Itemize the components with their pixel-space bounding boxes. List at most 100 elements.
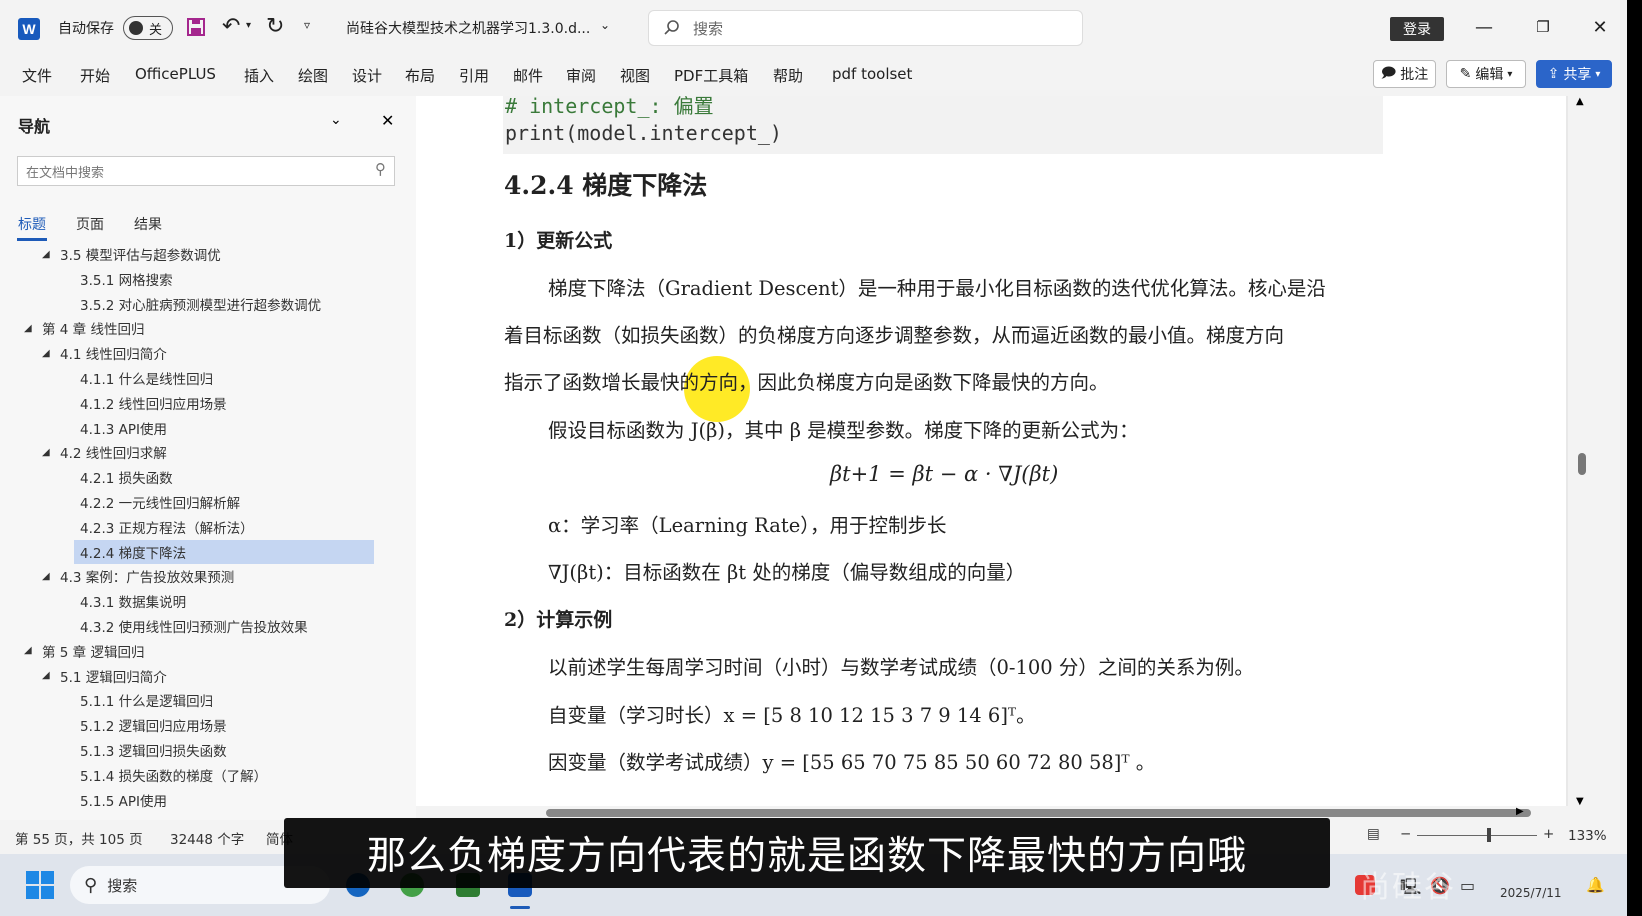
zoom-slider-thumb[interactable] [1487, 828, 1491, 842]
close-window-icon[interactable]: ✕ [1580, 12, 1620, 42]
collapse-caret-icon[interactable]: ◢ [42, 348, 60, 359]
scroll-up-icon[interactable]: ▲ [1576, 96, 1584, 107]
vertical-scrollbar[interactable]: ▲ ▼ [1572, 96, 1590, 812]
nav-item[interactable]: ◢ 4.3 案例：广告投放效果预测 [0, 564, 410, 588]
nav-item[interactable]: 5.1.4 损失函数的梯度（了解） [0, 763, 410, 787]
zoom-slider[interactable] [1417, 835, 1537, 836]
menu-view[interactable]: 视图 [620, 65, 650, 86]
update-formula: βt+1 = βt − α · ∇J(βt) [830, 462, 1059, 486]
autosave-toggle[interactable]: 关 [123, 16, 173, 40]
minimize-icon[interactable]: — [1464, 12, 1504, 42]
scroll-right-icon[interactable]: ▶ [1516, 806, 1524, 817]
nav-item-label: 第 5 章 逻辑回归 [42, 644, 145, 661]
nav-item[interactable]: ◢ 5.1 逻辑回归简介 [0, 664, 410, 688]
nav-item[interactable]: ◢ 4.2 线性回归求解 [0, 440, 410, 464]
menu-officeplus[interactable]: OfficePLUS [135, 65, 216, 83]
nav-item[interactable]: 4.2.2 一元线性回归解析解 [0, 490, 410, 514]
undo-dropdown-icon[interactable]: ▾ [246, 20, 251, 31]
taskbar-search-icon: ⚲ [84, 874, 98, 896]
tab-headings[interactable]: 标题 [18, 214, 46, 234]
menu-layout[interactable]: 布局 [405, 65, 435, 86]
nav-item-label: 4.3.2 使用线性回归预测广告投放效果 [80, 620, 308, 636]
active-app-indicator [510, 906, 530, 909]
menu-references[interactable]: 引用 [459, 65, 489, 86]
menu-draw[interactable]: 绘图 [298, 65, 328, 86]
nav-item-label: 3.5.2 对心脏病预测模型进行超参数调优 [80, 297, 322, 314]
nav-item[interactable]: 3.5.1 网格搜索 [0, 267, 410, 291]
menu-design[interactable]: 设计 [352, 65, 382, 86]
edit-mode-button[interactable]: ✎ 编辑 ▾ [1446, 60, 1526, 88]
collapse-caret-icon[interactable]: ◢ [24, 645, 42, 656]
chevron-down-icon: ▾ [1507, 68, 1513, 80]
nav-item[interactable]: ◢ 4.1 线性回归简介 [0, 341, 410, 365]
menu-mailings[interactable]: 邮件 [513, 65, 543, 86]
menu-insert[interactable]: 插入 [244, 65, 274, 86]
menu-pdf-toolbox[interactable]: PDF工具箱 [674, 65, 748, 86]
nav-item[interactable]: 4.1.3 API使用 [0, 416, 410, 440]
zoom-in-icon[interactable]: + [1543, 826, 1554, 842]
menu-review[interactable]: 审阅 [566, 65, 596, 86]
collapse-caret-icon[interactable]: ◢ [42, 249, 60, 260]
nav-item[interactable]: 5.1.5 API使用 [0, 788, 410, 812]
tab-pages[interactable]: 页面 [76, 214, 104, 234]
collapse-caret-icon[interactable]: ◢ [42, 447, 60, 458]
nav-options-chevron-icon[interactable]: ⌄ [330, 112, 342, 128]
nav-item[interactable]: 3.5.2 对心脏病预测模型进行超参数调优 [0, 292, 410, 316]
nav-item[interactable]: 4.2.1 损失函数 [0, 465, 410, 489]
page-info[interactable]: 第 55 页，共 105 页 [15, 828, 143, 848]
menu-help[interactable]: 帮助 [773, 65, 803, 86]
word-app-icon: W [18, 18, 40, 40]
chevron-down-icon: ▾ [1595, 68, 1601, 80]
nav-item[interactable]: 4.3.2 使用线性回归预测广告投放效果 [0, 614, 410, 638]
comment-button[interactable]: 🗩 批注 [1373, 60, 1436, 88]
nav-item-selected[interactable]: 4.2.4 梯度下降法 [74, 539, 374, 564]
nav-item[interactable]: 5.1.3 逻辑回归损失函数 [0, 738, 410, 762]
nav-item[interactable]: 4.2.3 正规方程法（解析法） [0, 515, 410, 539]
nav-item[interactable]: ◢ 3.5 模型评估与超参数调优 [0, 246, 410, 266]
nav-item-label: 4.1 线性回归简介 [60, 347, 167, 364]
nav-item-label: 4.2.1 损失函数 [80, 471, 173, 488]
collapse-caret-icon[interactable]: ◢ [24, 323, 42, 334]
redo-icon[interactable]: ↻ [266, 14, 284, 39]
save-icon[interactable] [186, 17, 206, 37]
focus-mode-icon[interactable]: ▤ [1367, 826, 1380, 842]
collapse-caret-icon[interactable]: ◢ [42, 571, 60, 582]
clock-date[interactable]: 2025/7/11 [1500, 886, 1562, 900]
nav-item[interactable]: 5.1.2 逻辑回归应用场景 [0, 713, 410, 737]
nav-item[interactable]: ◢ 第 5 章 逻辑回归 [0, 639, 410, 663]
tab-results[interactable]: 结果 [134, 214, 162, 234]
nav-close-icon[interactable]: ✕ [381, 111, 394, 130]
collapse-caret-icon[interactable]: ◢ [42, 670, 60, 681]
menu-file[interactable]: 文件 [22, 65, 52, 86]
nav-item[interactable]: 4.3.1 数据集说明 [0, 589, 410, 613]
restore-icon[interactable]: ❐ [1523, 12, 1563, 42]
undo-icon[interactable]: ↶ [222, 14, 240, 39]
nav-item[interactable]: 4.1.2 线性回归应用场景 [0, 391, 410, 415]
zoom-level[interactable]: 133% [1568, 828, 1607, 844]
menu-pdf-toolset[interactable]: pdf toolset [832, 65, 912, 83]
document-title[interactable]: 尚硅谷大模型技术之机器学习1.3.0.d... [346, 18, 590, 38]
nav-item[interactable]: ◢ 第 4 章 线性回归 [0, 316, 410, 340]
comment-icon: 🗩 [1380, 65, 1397, 81]
nav-search-input[interactable]: 在文档中搜索 ⚲ [17, 156, 395, 186]
nav-item[interactable]: 5.1.1 什么是逻辑回归 [0, 688, 410, 712]
share-button[interactable]: ⇪ 共享 ▾ [1536, 60, 1612, 88]
search-box[interactable]: 搜索 [648, 10, 1083, 46]
para1-line2: 着目标函数（如损失函数）的负梯度方向逐步调整参数，从而逼近函数的最小值。梯度方向 [504, 324, 1285, 347]
battery-icon[interactable]: ▭ [1460, 876, 1475, 895]
nav-item[interactable]: 4.1.1 什么是线性回归 [0, 366, 410, 390]
nav-item-label: 5.1.1 什么是逻辑回归 [80, 694, 214, 711]
menu-home[interactable]: 开始 [80, 65, 110, 86]
horizontal-scroll-thumb[interactable] [546, 809, 1531, 817]
notification-icon[interactable]: 🔔 [1586, 876, 1605, 894]
login-button[interactable]: 登录 [1390, 17, 1444, 41]
windows-start-icon[interactable] [26, 871, 54, 899]
nav-search-icon[interactable]: ⚲ [375, 160, 386, 178]
word-count[interactable]: 32448 个字 [170, 828, 244, 848]
nav-item-label: 4.2.2 一元线性回归解析解 [80, 496, 241, 512]
nav-title: 导航 [18, 117, 51, 136]
customize-toolbar-icon[interactable]: ▿ [304, 18, 310, 32]
vertical-scroll-thumb[interactable] [1578, 453, 1586, 475]
zoom-out-icon[interactable]: − [1400, 826, 1411, 842]
title-chevron-down-icon[interactable]: ⌄ [600, 18, 610, 32]
